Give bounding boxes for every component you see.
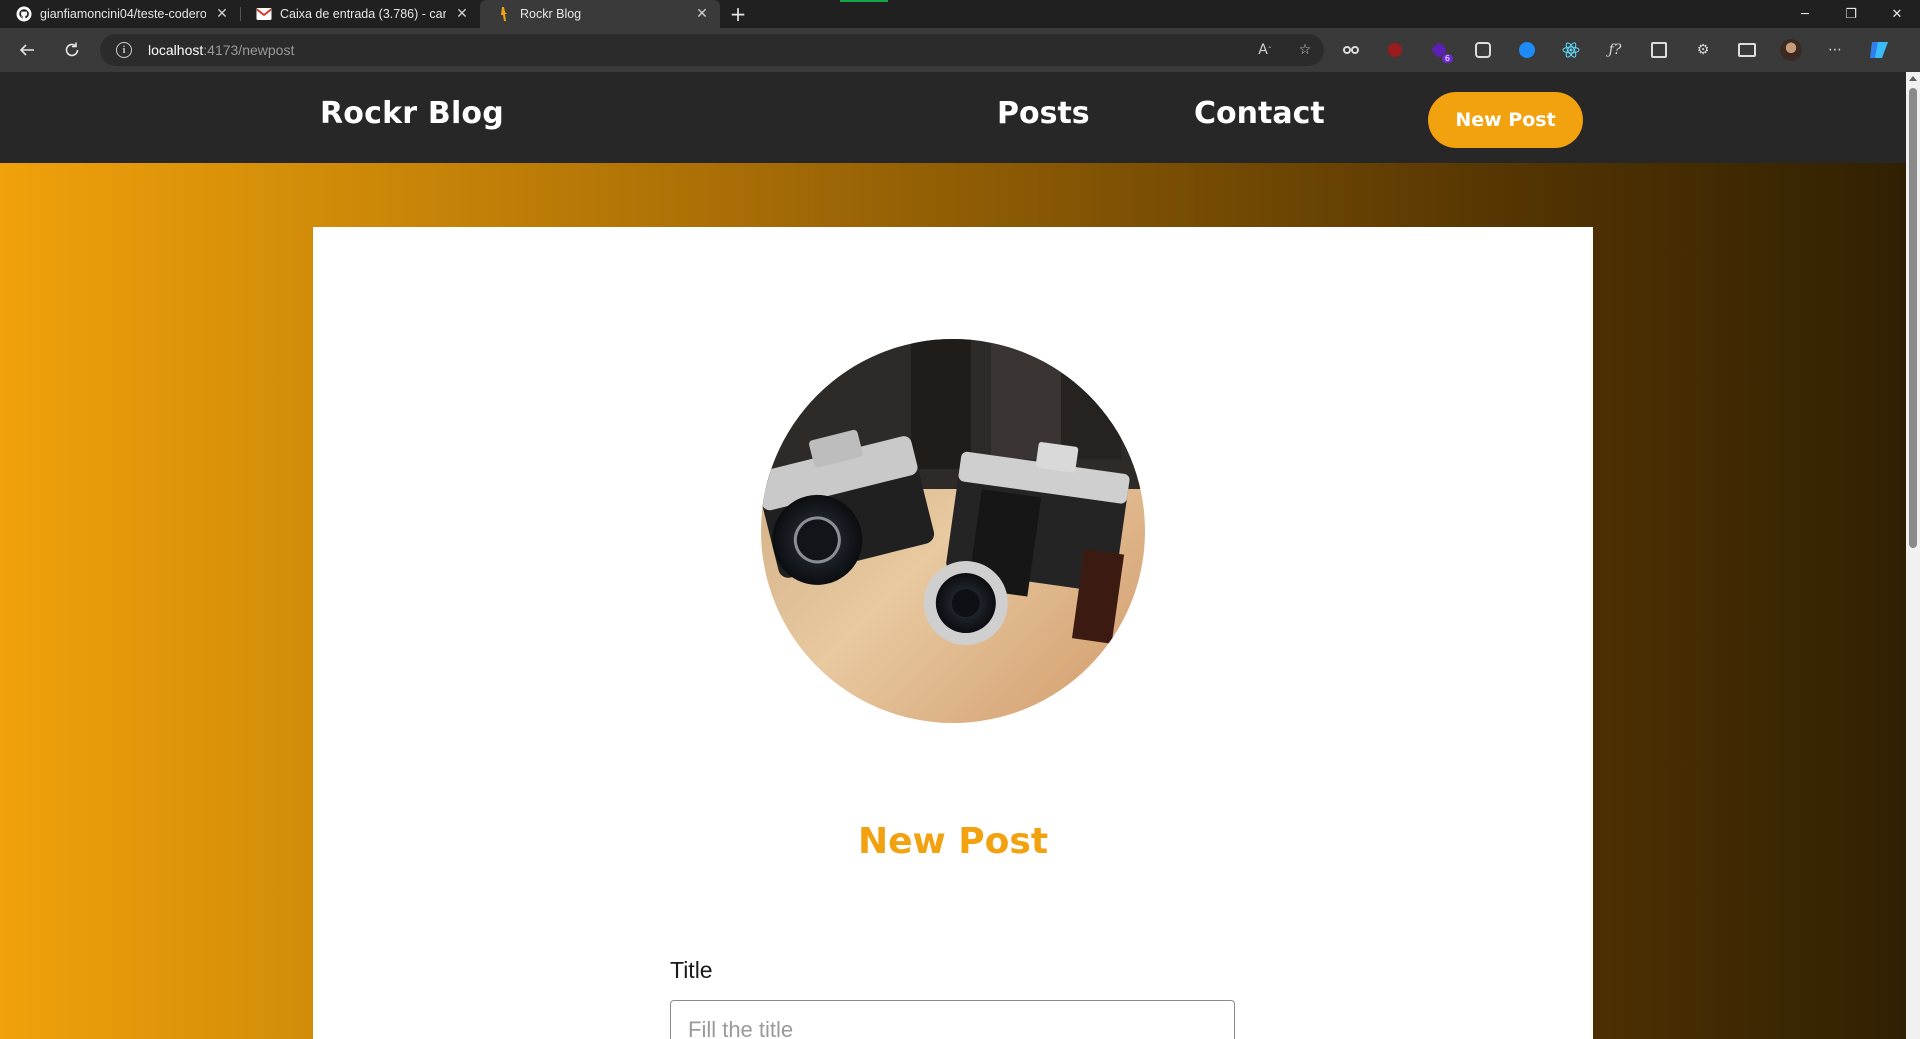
scrollbar[interactable]	[1906, 72, 1920, 1039]
close-icon[interactable]: ✕	[454, 6, 470, 22]
github-icon	[16, 6, 32, 22]
new-post-card: New Post Title	[313, 227, 1593, 1039]
page-title: New Post	[857, 821, 1049, 862]
title-input[interactable]	[670, 1000, 1235, 1039]
info-icon[interactable]: i	[116, 42, 132, 58]
puzzle-icon[interactable]: ⚙	[1688, 35, 1718, 65]
window-controls: ─ ❐ ✕	[1782, 0, 1920, 28]
split-screen-icon[interactable]	[1732, 35, 1762, 65]
gradient-background: New Post Title	[0, 163, 1906, 1039]
arrow-left-icon	[19, 44, 34, 56]
back-button[interactable]	[9, 32, 45, 68]
reload-icon	[65, 42, 79, 57]
address-bar[interactable]: i localhost:4173/newpost Aˆ ☆	[100, 34, 1324, 66]
new-post-button[interactable]: New Post	[1428, 92, 1583, 148]
tab-title: Rockr Blog	[520, 7, 582, 21]
close-icon[interactable]: ✕	[694, 6, 710, 22]
extension-icon[interactable]	[1336, 35, 1366, 65]
gmail-icon	[256, 6, 272, 22]
extension-icon[interactable]	[1468, 35, 1498, 65]
nav-link-contact[interactable]: Contact	[1194, 96, 1325, 131]
profile-avatar[interactable]	[1776, 35, 1806, 65]
more-options-icon[interactable]: ⋯	[1820, 35, 1850, 65]
browser-toolbar: i localhost:4173/newpost Aˆ ☆ 6 ƒ? ⚙ ⋯	[0, 28, 1920, 72]
tab-title: Caixa de entrada (3.786) - carlo.g	[280, 7, 446, 21]
copilot-icon[interactable]	[1864, 35, 1894, 65]
site-logo[interactable]: Rockr Blog	[320, 96, 504, 131]
scroll-up-icon[interactable]	[1909, 76, 1917, 81]
restore-icon[interactable]: ❐	[1828, 0, 1874, 28]
close-icon[interactable]: ✕	[214, 6, 230, 22]
shazam-icon[interactable]	[1512, 35, 1542, 65]
reload-button[interactable]	[54, 32, 90, 68]
browser-tab-rockr-blog[interactable]: Rockr Blog ✕	[480, 0, 720, 28]
nav-link-posts[interactable]: Posts	[997, 96, 1090, 131]
react-devtools-icon[interactable]	[1556, 35, 1586, 65]
browser-tab-strip: gianfiamoncini04/teste-coderockr ✕ Caixa…	[0, 0, 1920, 28]
function-icon[interactable]: ƒ?	[1600, 35, 1630, 65]
window-indicator	[840, 0, 888, 2]
favorite-star-icon[interactable]: ☆	[1292, 37, 1318, 63]
page-viewport: Rockr Blog Posts Contact New Post New Po…	[0, 72, 1906, 1039]
screen-capture-icon[interactable]	[1644, 35, 1674, 65]
new-tab-button[interactable]: +	[724, 0, 752, 28]
ublock-icon[interactable]	[1380, 35, 1410, 65]
minimize-icon[interactable]: ─	[1782, 0, 1828, 28]
extension-icon[interactable]: 6	[1424, 35, 1454, 65]
scrollbar-thumb[interactable]	[1909, 88, 1917, 548]
title-field-label: Title	[670, 957, 713, 983]
extensions-bar: 6 ƒ? ⚙ ⋯	[1336, 28, 1894, 72]
read-aloud-icon[interactable]: Aˆ	[1252, 37, 1278, 63]
post-cover-image	[761, 339, 1145, 723]
browser-tab-gmail[interactable]: Caixa de entrada (3.786) - carlo.g ✕	[240, 0, 480, 28]
site-header: Rockr Blog Posts Contact New Post	[0, 72, 1906, 163]
rockr-logo-icon	[496, 6, 512, 22]
browser-tab-github[interactable]: gianfiamoncini04/teste-coderockr ✕	[0, 0, 240, 28]
tab-title: gianfiamoncini04/teste-coderockr	[40, 7, 206, 21]
close-window-icon[interactable]: ✕	[1874, 0, 1920, 28]
url-text[interactable]: localhost:4173/newpost	[148, 42, 294, 58]
